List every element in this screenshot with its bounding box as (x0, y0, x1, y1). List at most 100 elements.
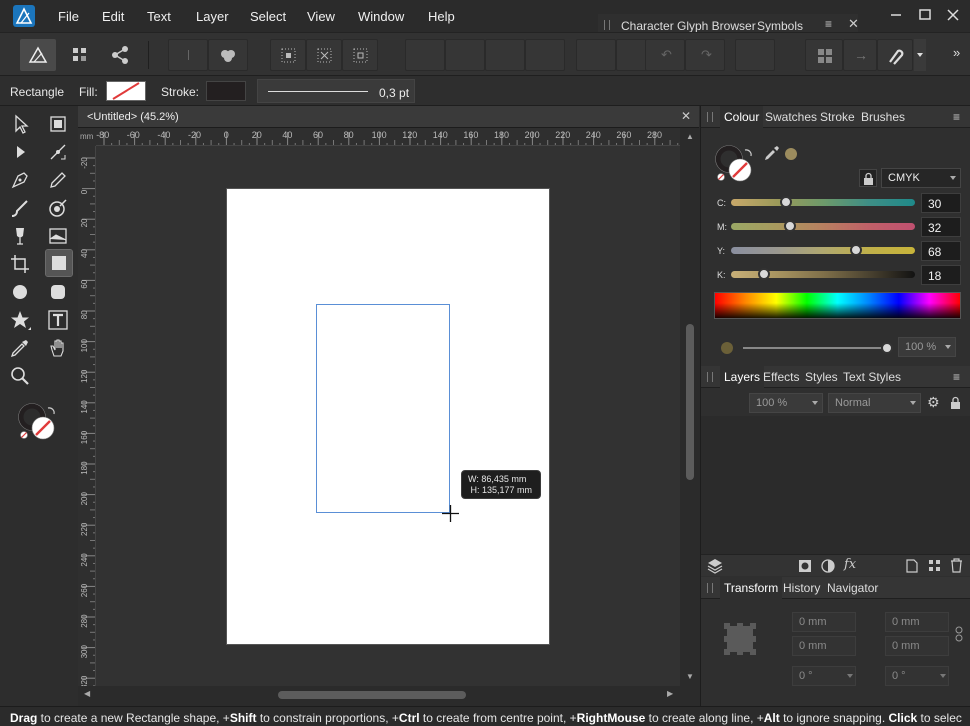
crop-tool-icon[interactable] (8, 252, 32, 276)
panel-menu-icon[interactable]: ≡ (953, 370, 960, 384)
undo-button[interactable]: ↶ (645, 39, 685, 71)
channel-slider-knob[interactable] (783, 220, 796, 232)
boolean-ops-button[interactable] (208, 39, 248, 71)
toolbar-slot[interactable] (168, 39, 208, 71)
pencil-tool-icon[interactable] (46, 168, 70, 192)
vertical-ruler[interactable]: -20 0 20 40 60 80 100 120 140 160 180 200 220 240 260 2… (78, 146, 96, 688)
transform-rotation-field[interactable]: 0 ° (792, 666, 856, 686)
toolbar-slot[interactable] (445, 39, 485, 71)
toolbar-slot[interactable] (405, 39, 445, 71)
ellipse-tool-icon[interactable] (8, 280, 32, 304)
adjustment-icon[interactable] (821, 559, 835, 573)
tab-history[interactable]: History (783, 581, 820, 595)
snap-nodes-button[interactable] (342, 39, 378, 71)
scroll-right-icon[interactable]: ▶ (667, 689, 673, 698)
channel-value-field[interactable]: 18 (921, 265, 961, 285)
affinity-logo-icon[interactable] (13, 5, 35, 27)
layers-icon[interactable] (706, 557, 724, 575)
horizontal-ruler[interactable]: -80 -60 -40 -20 0 20 40 60 80 100 120 140 160 180 200 2… (96, 128, 680, 146)
lock-icon[interactable] (950, 396, 961, 409)
persona-designer-button[interactable] (20, 39, 56, 71)
eyedropper-tool-icon[interactable] (8, 336, 32, 360)
document-tab[interactable]: <Untitled> (45.2%) ✕ (78, 106, 699, 128)
rectangle-being-drawn[interactable] (316, 304, 450, 513)
transform-w-field[interactable]: 0 mm (885, 612, 949, 632)
canvas[interactable]: W: 86,435 mm H: 135,177 mm (96, 146, 680, 686)
vertical-scrollbar[interactable]: ▲ ▼ (682, 128, 699, 688)
toolbar-slot[interactable] (485, 39, 525, 71)
tab-colour[interactable]: Colour (720, 106, 764, 128)
fill-stroke-selector[interactable] (16, 402, 60, 442)
zoom-tool-icon[interactable] (8, 364, 32, 388)
panel-menu-icon[interactable]: ≡ (825, 17, 832, 31)
snapping-button[interactable] (877, 39, 913, 71)
anchor-point-icon[interactable] (723, 622, 757, 656)
pen-tool-icon[interactable] (8, 168, 32, 192)
layers-list[interactable] (701, 416, 970, 554)
menu-text[interactable]: Text (147, 9, 171, 24)
transform-shear-field[interactable]: 0 ° (885, 666, 949, 686)
opacity-track[interactable] (743, 347, 887, 349)
tab-glyph-browser[interactable]: Glyph Browser (677, 19, 756, 33)
channel-slider-track[interactable] (731, 247, 915, 254)
text-tool-icon[interactable] (46, 308, 70, 332)
align-button[interactable] (805, 39, 843, 71)
link-icon[interactable] (954, 626, 964, 642)
tab-transform[interactable]: Transform (720, 577, 783, 599)
layer-opacity-dropdown[interactable]: 100 % (749, 393, 823, 413)
artboard-tool-icon[interactable] (46, 112, 70, 136)
corner-tool-icon[interactable] (46, 140, 70, 164)
transparency-tool-icon[interactable] (8, 224, 32, 248)
colour-spectrum[interactable] (714, 292, 961, 319)
panel-close-icon[interactable]: ✕ (848, 16, 859, 32)
tab-text-styles[interactable]: Text Styles (843, 370, 901, 384)
blend-mode-dropdown[interactable]: Normal (828, 393, 921, 413)
menu-layer[interactable]: Layer (196, 9, 229, 24)
persona-export-button[interactable] (102, 39, 138, 71)
channel-slider-knob[interactable] (758, 268, 771, 280)
snap-grid-button[interactable] (270, 39, 306, 71)
channel-slider-track[interactable] (731, 199, 915, 206)
menu-file[interactable]: File (58, 9, 79, 24)
star-tool-icon[interactable] (8, 308, 32, 332)
fill-tool-icon[interactable] (46, 196, 70, 220)
gear-icon[interactable]: ⚙ (927, 394, 940, 411)
tab-symbols[interactable]: Symbols (757, 19, 803, 33)
tab-layers[interactable]: Layers (720, 366, 765, 388)
arrange-button[interactable]: → (843, 39, 877, 71)
rectangle-tool-button[interactable] (45, 249, 73, 277)
node-tool-icon[interactable] (8, 140, 32, 164)
stroke-width-slider[interactable]: 0,3 pt (257, 79, 415, 103)
persona-pixel-button[interactable] (62, 39, 98, 71)
fill-swatch[interactable] (106, 81, 146, 101)
eyedropper-icon[interactable] (763, 144, 781, 162)
scroll-up-icon[interactable]: ▲ (686, 132, 694, 141)
toolbar-slot[interactable] (576, 39, 616, 71)
channel-value-field[interactable]: 32 (921, 217, 961, 237)
panel-menu-icon[interactable]: ≡ (953, 110, 960, 124)
current-colour-swatch[interactable] (785, 148, 797, 160)
horizontal-scroll-thumb[interactable] (278, 691, 466, 699)
menu-select[interactable]: Select (250, 9, 286, 24)
close-icon[interactable] (942, 4, 964, 26)
toolbar-slot[interactable] (525, 39, 565, 71)
brush-tool-icon[interactable] (8, 196, 32, 220)
menu-view[interactable]: View (307, 9, 335, 24)
stroke-swatch[interactable] (206, 81, 246, 101)
channel-value-field[interactable]: 68 (921, 241, 961, 261)
mask-icon[interactable] (798, 559, 812, 573)
overflow-icon[interactable]: » (953, 45, 960, 60)
vertical-scroll-thumb[interactable] (686, 324, 694, 480)
opacity-knob[interactable] (881, 342, 893, 354)
menu-window[interactable]: Window (358, 9, 404, 24)
move-tool-icon[interactable] (8, 112, 32, 136)
panel-grip-icon[interactable] (707, 112, 713, 122)
tab-navigator[interactable]: Navigator (827, 581, 878, 595)
redo-button[interactable]: ↷ (685, 39, 725, 71)
scroll-left-icon[interactable]: ◀ (84, 689, 90, 698)
transform-x-field[interactable]: 0 mm (792, 612, 856, 632)
tab-character[interactable]: Character (621, 19, 674, 33)
tab-brushes[interactable]: Brushes (861, 110, 905, 124)
transform-y-field[interactable]: 0 mm (792, 636, 856, 656)
panel-grip-icon[interactable] (604, 20, 610, 30)
